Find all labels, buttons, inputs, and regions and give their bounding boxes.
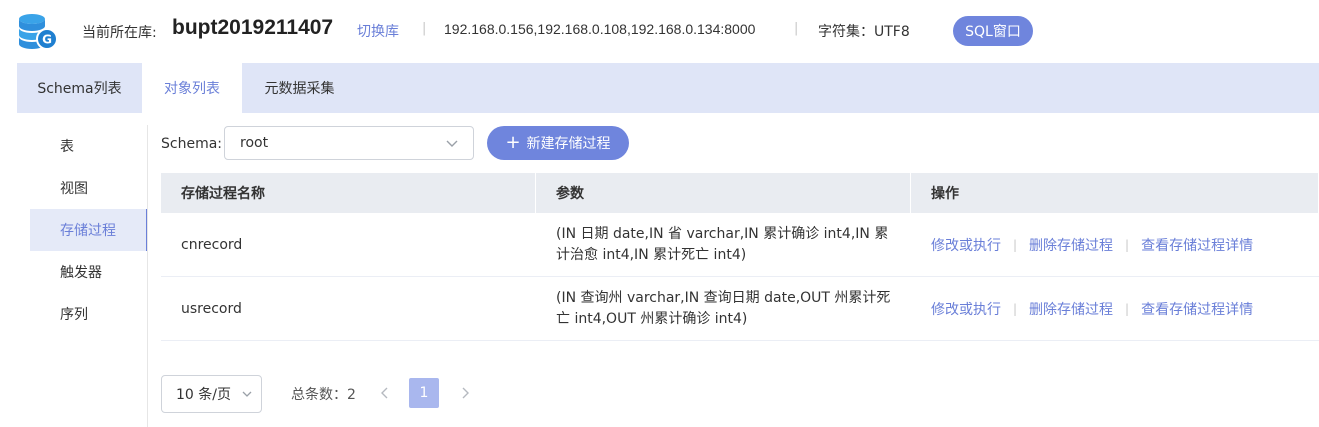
- new-procedure-button[interactable]: + 新建存储过程: [487, 126, 629, 160]
- new-procedure-label: 新建存储过程: [526, 136, 611, 152]
- sidenav-item-procedures[interactable]: 存储过程: [30, 209, 148, 251]
- content-area: 表 视图 存储过程 触发器 序列 Schema: root + 新建存储过程 存…: [17, 113, 1319, 427]
- action-separator: |: [1125, 237, 1130, 252]
- procedure-params: (IN 日期 date,IN 省 varchar,IN 累计确诊 int4,IN…: [556, 225, 889, 263]
- column-header-name: 存储过程名称: [161, 173, 536, 213]
- host-addresses: 192.168.0.156,192.168.0.108,192.168.0.13…: [444, 21, 756, 37]
- database-gauss-icon: G: [19, 14, 58, 50]
- tab-schema-list[interactable]: Schema列表: [17, 63, 142, 113]
- schema-select[interactable]: root: [224, 126, 474, 160]
- procedure-name: usrecord: [181, 300, 242, 317]
- column-header-params: 参数: [536, 173, 911, 213]
- action-separator: |: [1013, 237, 1018, 252]
- sidenav-item-sequences[interactable]: 序列: [30, 293, 148, 335]
- view-details-link[interactable]: 查看存储过程详情: [1141, 235, 1253, 255]
- sql-window-button[interactable]: SQL窗口: [953, 16, 1033, 46]
- schema-select-value: root: [240, 135, 269, 151]
- total-count: 总条数：2: [291, 387, 356, 403]
- chevron-right-icon[interactable]: [456, 382, 474, 404]
- row-actions: 修改或执行 | 删除存储过程 | 查看存储过程详情: [911, 213, 1319, 276]
- object-type-nav: 表 视图 存储过程 触发器 序列: [30, 125, 148, 335]
- view-details-link[interactable]: 查看存储过程详情: [1141, 299, 1253, 319]
- delete-procedure-link[interactable]: 删除存储过程: [1029, 235, 1113, 255]
- table-header: 存储过程名称 参数 操作: [161, 173, 1319, 213]
- chevron-down-icon: [446, 140, 458, 147]
- sidenav-item-triggers[interactable]: 触发器: [30, 251, 148, 293]
- sidenav-item-tables[interactable]: 表: [30, 125, 148, 167]
- column-header-actions: 操作: [911, 173, 1319, 213]
- procedure-table: 存储过程名称 参数 操作 cnrecord (IN 日期 date,IN 省 v…: [161, 173, 1319, 341]
- table-row: cnrecord (IN 日期 date,IN 省 varchar,IN 累计确…: [161, 213, 1319, 277]
- sidenav-divider: [147, 125, 148, 427]
- edit-execute-link[interactable]: 修改或执行: [931, 299, 1001, 319]
- procedure-params: (IN 查询州 varchar,IN 查询日期 date,OUT 州累计死亡 i…: [556, 289, 891, 327]
- chevron-left-icon[interactable]: [376, 382, 394, 404]
- table-row: usrecord (IN 查询州 varchar,IN 查询日期 date,OU…: [161, 277, 1319, 341]
- edit-execute-link[interactable]: 修改或执行: [931, 235, 1001, 255]
- page-button-current[interactable]: 1: [409, 378, 439, 408]
- tab-metadata-collection[interactable]: 元数据采集: [242, 63, 357, 113]
- sidenav-item-views[interactable]: 视图: [30, 167, 148, 209]
- header-separator: |: [794, 21, 799, 36]
- procedure-name: cnrecord: [181, 236, 243, 253]
- schema-label: Schema:: [161, 136, 223, 152]
- action-separator: |: [1013, 301, 1018, 316]
- plus-icon: +: [505, 132, 521, 153]
- tab-bar: Schema列表 对象列表 元数据采集: [17, 63, 1319, 113]
- tab-object-list[interactable]: 对象列表: [142, 63, 242, 113]
- action-separator: |: [1125, 301, 1130, 316]
- current-db-name: bupt2019211407: [172, 16, 334, 39]
- current-db-label: 当前所在库:: [82, 25, 157, 41]
- page-size-select[interactable]: 10 条/页: [161, 375, 262, 413]
- charset-label: 字符集：UTF8: [818, 24, 910, 40]
- delete-procedure-link[interactable]: 删除存储过程: [1029, 299, 1113, 319]
- svg-text:G: G: [42, 33, 52, 47]
- top-header: G 当前所在库: bupt2019211407 切换库 | 192.168.0.…: [0, 0, 1319, 63]
- header-separator: |: [422, 21, 427, 36]
- chevron-down-icon: [242, 391, 252, 397]
- switch-db-link[interactable]: 切换库: [357, 21, 399, 41]
- page-size-value: 10 条/页: [176, 387, 231, 403]
- row-actions: 修改或执行 | 删除存储过程 | 查看存储过程详情: [911, 277, 1319, 340]
